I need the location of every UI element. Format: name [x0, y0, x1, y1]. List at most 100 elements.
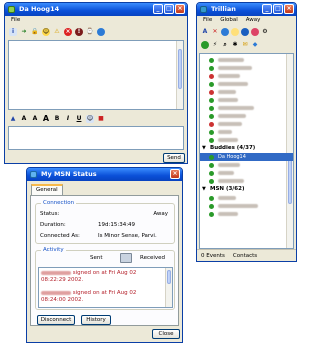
trillian-minimize-button[interactable]: _: [262, 4, 272, 14]
history-button[interactable]: History: [81, 315, 111, 325]
settings-icon[interactable]: ⚙: [261, 28, 269, 36]
contact-item[interactable]: [200, 56, 293, 64]
msn-close-button[interactable]: ×: [170, 169, 180, 179]
network-icon[interactable]: ✱: [231, 41, 239, 49]
preferences-icon[interactable]: ◆: [251, 41, 259, 49]
connection-legend: Connection: [41, 200, 77, 206]
bulb-icon[interactable]: [231, 27, 239, 36]
contact-item[interactable]: [200, 210, 293, 218]
contact-item[interactable]: [200, 80, 293, 88]
trillian-statusbar: 0 Events Contacts: [197, 249, 296, 261]
contact-item[interactable]: [200, 177, 293, 185]
globe-icon[interactable]: [97, 27, 105, 36]
buddy-icon[interactable]: [251, 27, 259, 36]
find-icon[interactable]: [221, 27, 229, 36]
lock-icon[interactable]: 🔒: [31, 28, 39, 36]
msn-status-window: My MSN Status × General Connection Statu…: [26, 167, 183, 343]
activity-scrollbar[interactable]: [165, 268, 172, 307]
msn-close-dialog-button[interactable]: Close: [152, 329, 180, 339]
connected-as-label: Connected As:: [40, 233, 80, 239]
user-info-icon[interactable]: i: [9, 27, 17, 36]
group-msn[interactable]: ▼ MSN (3/62): [200, 185, 293, 194]
history-icon[interactable]: ⌚: [86, 28, 94, 36]
remove-icon[interactable]: ✕: [211, 28, 219, 36]
connect-icon[interactable]: ⚡: [211, 41, 219, 49]
group-buddies[interactable]: ▼ Buddies (4/37): [200, 144, 293, 153]
maximize-button[interactable]: □: [164, 4, 174, 14]
contact-item[interactable]: [200, 72, 293, 80]
received-label: Received: [140, 255, 166, 261]
search-icon[interactable]: ⌕: [221, 41, 229, 49]
network-monitor-icon: [120, 253, 132, 263]
connection-fieldset: Connection Status: Away Duration: 19d:15…: [35, 200, 175, 244]
contact-list[interactable]: ▼ Buddies (4/37) Da Hoog14 ▼ MSN (3/62): [199, 53, 294, 249]
highlighted-contact[interactable]: Da Hoog14: [200, 153, 293, 161]
format-toolbar: ▲ A A A B I U ☺ ■: [5, 112, 109, 125]
mail-icon[interactable]: ✉: [241, 41, 249, 49]
chat-menubar: File: [5, 16, 187, 25]
trillian-menu-global[interactable]: Global: [220, 16, 238, 25]
tab-panel: Connection Status: Away Duration: 19d:15…: [30, 195, 179, 326]
chat-toolbar: i ➜ 🔒 ☺ ⚠ × ! ⌚: [5, 25, 187, 38]
font-large-icon[interactable]: A: [42, 114, 50, 123]
block-icon[interactable]: ×: [64, 27, 72, 36]
font-color-icon[interactable]: ▲: [9, 115, 17, 123]
contact-item[interactable]: [200, 136, 293, 144]
contact-item[interactable]: [200, 194, 293, 202]
bold-icon[interactable]: B: [53, 115, 61, 123]
font-icon[interactable]: A: [20, 115, 28, 123]
activity-fieldset: Activity Sent Received signed on at Fri …: [35, 247, 175, 310]
underline-icon[interactable]: U: [75, 115, 83, 123]
warning-icon[interactable]: ⚠: [53, 28, 61, 36]
buddy-icon: [8, 6, 15, 13]
close-button[interactable]: ×: [175, 4, 185, 14]
history-scrollbar[interactable]: [176, 41, 183, 109]
log-entry: signed on at Fri Aug 02 08:24:00 2002.: [41, 290, 137, 303]
smiley-icon[interactable]: ☺: [42, 27, 50, 36]
msn-icon: [30, 171, 37, 178]
disconnect-button[interactable]: Disconnect: [37, 315, 75, 325]
contact-item[interactable]: [200, 128, 293, 136]
trillian-maximize-button[interactable]: □: [273, 4, 283, 14]
message-history-panel[interactable]: [8, 40, 184, 110]
trillian-menu-file[interactable]: File: [203, 16, 212, 25]
contact-item[interactable]: [200, 202, 293, 210]
duration-label: Duration:: [40, 222, 66, 228]
color-icon[interactable]: ■: [97, 115, 105, 123]
trillian-close-button[interactable]: ×: [284, 4, 294, 14]
globe-icon[interactable]: [241, 27, 249, 36]
minimize-button[interactable]: _: [153, 4, 163, 14]
contact-item[interactable]: [200, 88, 293, 96]
trillian-window: Trillian _ □ × File Global Away A ✕ ⚙ ⚡ …: [196, 2, 297, 262]
add-contact-icon[interactable]: A: [201, 28, 209, 36]
chat-titlebar[interactable]: Da Hoog14 _ □ ×: [5, 3, 187, 16]
log-entry: signed on at Fri Aug 02 08:22:29 2002.: [41, 270, 137, 283]
font-small-icon[interactable]: A: [31, 115, 39, 123]
msn-status-titlebar[interactable]: My MSN Status ×: [27, 168, 182, 181]
contact-item[interactable]: [200, 161, 293, 169]
contact-item[interactable]: [200, 112, 293, 120]
contact-item[interactable]: [200, 120, 293, 128]
contact-item[interactable]: [200, 64, 293, 72]
message-input[interactable]: [8, 126, 184, 150]
activity-legend: Activity: [41, 247, 66, 253]
chat-window: Da Hoog14 _ □ × File i ➜ 🔒 ☺ ⚠ × ! ⌚ ▲ A…: [4, 2, 188, 164]
trillian-menu-away[interactable]: Away: [246, 16, 261, 25]
activity-log[interactable]: signed on at Fri Aug 02 08:22:29 2002. s…: [38, 267, 173, 308]
events-count[interactable]: 0 Events: [201, 250, 225, 261]
tab-general[interactable]: General: [31, 184, 63, 195]
contacts-button[interactable]: Contacts: [233, 250, 257, 261]
trillian-titlebar[interactable]: Trillian _ □ ×: [197, 3, 296, 16]
contact-item[interactable]: [200, 169, 293, 177]
emoticon-icon[interactable]: ☺: [86, 114, 94, 123]
contact-item[interactable]: [200, 104, 293, 112]
italic-icon[interactable]: I: [64, 115, 72, 123]
send-button[interactable]: Send: [163, 153, 185, 163]
contact-item[interactable]: [200, 96, 293, 104]
msn-status-title: My MSN Status: [41, 170, 97, 178]
menu-file[interactable]: File: [11, 16, 20, 25]
alert-icon[interactable]: !: [75, 27, 83, 36]
status-icon[interactable]: [201, 40, 209, 49]
arrow-icon[interactable]: ➜: [20, 28, 28, 36]
status-label: Status:: [40, 211, 60, 217]
